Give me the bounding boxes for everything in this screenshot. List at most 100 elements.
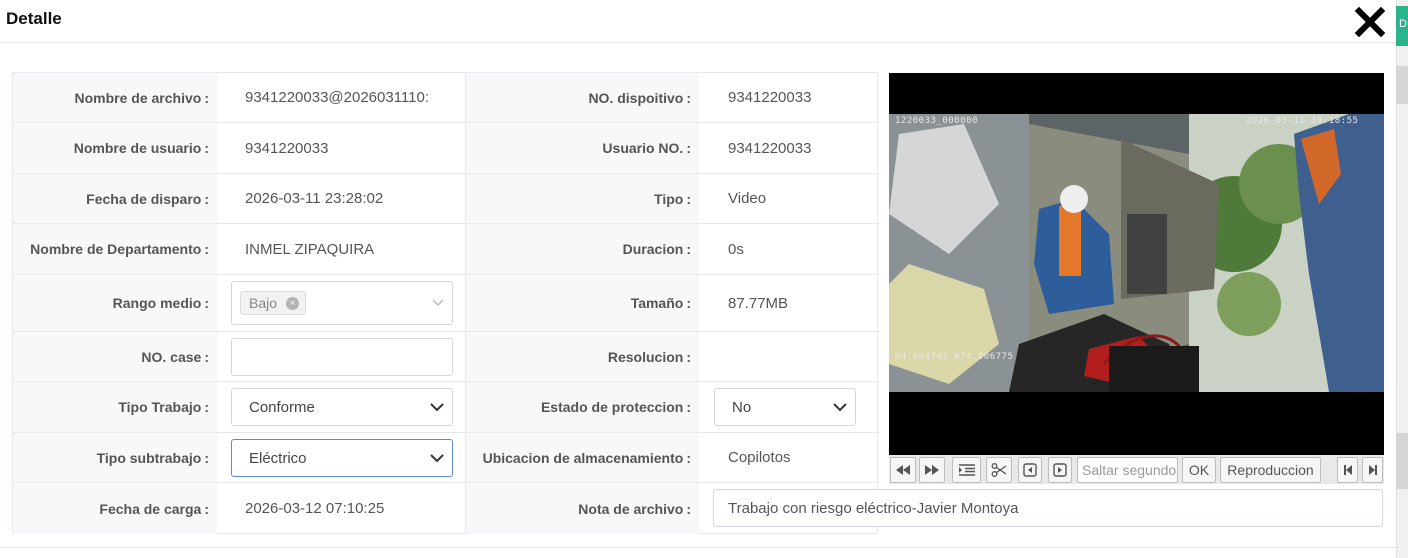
chevron-down-icon (432, 299, 444, 307)
fast-forward-icon (925, 465, 939, 475)
row-nombre-archivo: Nombre de archivo: 9341220033@2026031110… (13, 73, 879, 123)
label-colon: : (686, 399, 691, 415)
skip-end-icon (1368, 465, 1377, 475)
list-indent-icon (958, 464, 975, 476)
nota-archivo-input[interactable]: Trabajo con riesgo eléctrico-Javier Mont… (713, 489, 1383, 527)
label-colon: : (686, 449, 691, 466)
label-colon: : (686, 295, 691, 311)
row-no-case: NO. case: Resolucion: (13, 332, 879, 382)
row-departamento: Nombre de Departamento: INMEL ZIPAQUIRA … (13, 224, 879, 275)
next-frame-icon (1053, 463, 1067, 477)
value-departamento: INMEL ZIPAQUIRA (245, 240, 375, 258)
row-rango-medio: Rango medio: Bajo × Tamaño: 87.77MB (13, 275, 879, 332)
dialog-footer-divider (0, 547, 1396, 548)
label-duracion: Duracion (622, 241, 684, 257)
fast-forward-button[interactable] (919, 457, 945, 483)
label-colon: : (204, 500, 209, 517)
label-tipo-subtrabajo: Tipo subtrabajo (96, 449, 202, 466)
remove-tag-icon[interactable]: × (286, 297, 300, 310)
label-nombre-usuario: Nombre de usuario (73, 140, 202, 156)
label-colon: : (204, 449, 209, 466)
video-frame (889, 114, 1384, 392)
rewind-icon (896, 465, 910, 475)
video-osd-timestamp: 2026-03-11 10:18:55 (1246, 116, 1359, 126)
label-colon: : (204, 348, 209, 365)
value-tamano: 87.77MB (728, 294, 789, 312)
value-ubicacion: Copilotos (728, 449, 791, 466)
row-nombre-usuario: Nombre de usuario: 9341220033 Usuario NO… (13, 123, 879, 174)
no-case-input[interactable] (231, 338, 453, 376)
label-colon: : (686, 500, 691, 517)
label-usuario-no: Usuario NO. (602, 140, 684, 156)
label-rango-medio: Rango medio (112, 295, 202, 311)
prev-frame-icon (1023, 463, 1037, 477)
chevron-down-icon (833, 403, 847, 412)
scissors-icon (991, 463, 1007, 477)
value-tipo: Video (728, 190, 767, 207)
rango-medio-multiselect[interactable]: Bajo × (231, 281, 453, 325)
value-nombre-archivo: 9341220033@2026031110: (245, 89, 430, 106)
label-colon: : (204, 295, 209, 311)
value-nombre-usuario: 9341220033 (245, 139, 329, 157)
background-tab: D (1396, 6, 1408, 46)
next-frame-button[interactable] (1048, 457, 1072, 483)
row-fecha-disparo: Fecha de disparo: 2026-03-11 23:28:02 Ti… (13, 174, 879, 224)
label-colon: : (686, 140, 691, 156)
ok-button[interactable]: OK (1182, 457, 1216, 483)
label-departamento: Nombre de Departamento (30, 241, 202, 257)
label-fecha-disparo: Fecha de disparo (86, 190, 202, 207)
label-estado-proteccion: Estado de proteccion (540, 399, 684, 415)
prev-frame-button[interactable] (1018, 457, 1042, 483)
rewind-button[interactable] (890, 457, 916, 483)
tipo-trabajo-selected: Conforme (249, 398, 315, 416)
chevron-down-icon (430, 403, 444, 412)
estado-proteccion-select[interactable]: No (714, 388, 856, 426)
label-ubicacion: Ubicacion de almacenamiento (482, 449, 684, 466)
label-nota-archivo: Nota de archivo (578, 500, 684, 517)
value-fecha-carga: 2026-03-12 07:10:25 (245, 500, 385, 517)
label-fecha-carga: Fecha de carga (99, 500, 202, 517)
estado-proteccion-selected: No (732, 398, 752, 416)
video-osd-gps: N4.694743 W74.006775 (895, 352, 1014, 362)
label-resolucion: Resolucion (607, 348, 684, 365)
background-block (1396, 66, 1408, 104)
label-colon: : (204, 190, 209, 207)
value-no-dispositivo: 9341220033 (728, 89, 812, 106)
seek-seconds-input[interactable]: Saltar segundos (1077, 457, 1178, 483)
dialog-header: Detalle (0, 0, 1396, 43)
skip-start-icon (1343, 465, 1352, 475)
dialog-title: Detalle (6, 9, 62, 28)
skip-start-button[interactable] (1337, 457, 1358, 483)
row-tipo-trabajo: Tipo Trabajo: Conforme Estado de protecc… (13, 382, 879, 433)
video-osd-id: 1220033_000000 (895, 116, 978, 126)
label-no-case: NO. case (141, 348, 202, 365)
label-tamano: Tamaño (630, 295, 684, 311)
row-tipo-subtrabajo: Tipo subtrabajo: Eléctrico Ubicacion de … (13, 433, 879, 483)
close-icon[interactable] (1355, 7, 1385, 37)
value-duracion: 0s (728, 240, 744, 258)
label-colon: : (686, 190, 691, 207)
label-colon: : (204, 241, 209, 257)
label-colon: : (204, 399, 209, 415)
detail-grid: Nombre de archivo: 9341220033@2026031110… (12, 72, 879, 534)
rango-medio-tag-label: Bajo (249, 295, 278, 311)
rango-medio-tag: Bajo × (240, 291, 307, 315)
label-tipo-trabajo: Tipo Trabajo (118, 399, 202, 415)
value-resolucion (728, 332, 878, 381)
background-block (1396, 433, 1408, 489)
label-tipo: Tipo (654, 190, 684, 207)
label-colon: : (686, 348, 691, 365)
list-button[interactable] (952, 457, 981, 483)
label-colon: : (204, 140, 209, 156)
tipo-trabajo-select[interactable]: Conforme (231, 388, 453, 426)
cut-button[interactable] (986, 457, 1012, 483)
video-player[interactable]: 1220033_000000 2026-03-11 10:18:55 N4.69… (889, 73, 1384, 455)
label-nombre-archivo: Nombre de archivo (74, 89, 202, 106)
playback-button[interactable]: Reproduccion (1220, 457, 1321, 483)
label-no-dispositivo: NO. dispoitivo (588, 89, 684, 106)
chevron-down-icon (430, 454, 444, 463)
skip-end-button[interactable] (1362, 457, 1383, 483)
label-colon: : (686, 241, 691, 257)
video-controls: Saltar segundos OK Reproduccion (889, 455, 1384, 484)
tipo-subtrabajo-select[interactable]: Eléctrico (231, 439, 453, 477)
